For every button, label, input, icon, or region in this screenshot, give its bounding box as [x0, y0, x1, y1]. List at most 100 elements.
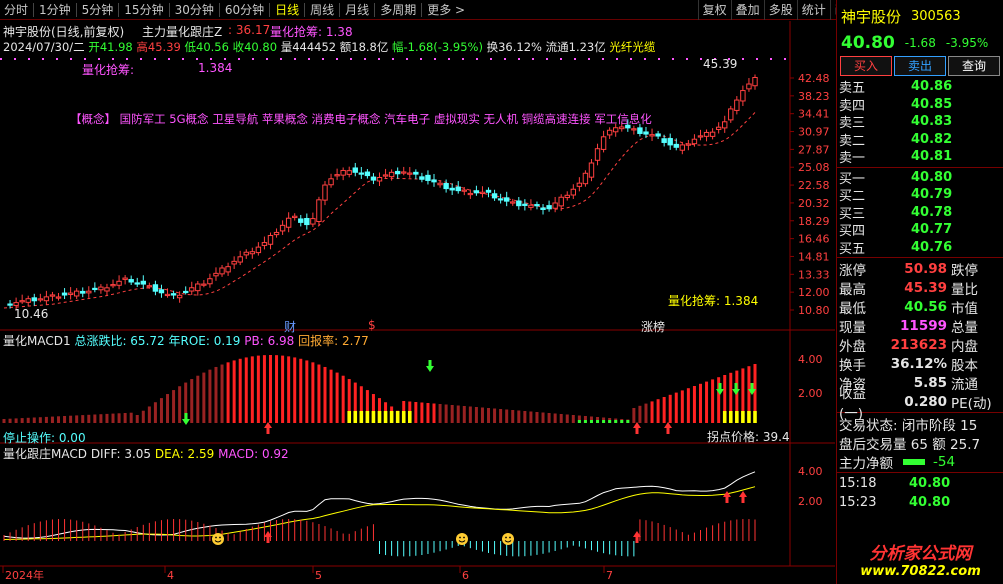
candle-body — [61, 292, 68, 296]
bid-row[interactable]: 买一 40.80 — [837, 169, 1003, 187]
candle-body — [497, 198, 504, 201]
period-tab-0[interactable]: 分时 — [0, 0, 32, 20]
bid-row[interactable]: 买三 40.78 — [837, 204, 1003, 222]
toolbar-action-1[interactable]: 叠加 — [730, 0, 764, 20]
bid-label: 买三 — [839, 206, 866, 222]
period-tab-8[interactable]: 月线 — [341, 0, 373, 20]
macd1-block — [383, 411, 388, 423]
macd1-bar — [129, 412, 133, 423]
time-tick-label: 4 — [167, 569, 174, 582]
candle-body — [728, 108, 734, 121]
buy-button[interactable]: 买入 — [840, 56, 892, 76]
stat-label-secondary: 流通 — [951, 376, 978, 393]
period-tab-9[interactable]: 多周期 — [376, 0, 420, 20]
sell-button[interactable]: 卖出 — [894, 56, 946, 76]
macd1-header: 量化MACD1 总涨跌比: 65.72 年ROE: 0.19 PB: 6.98 … — [3, 332, 369, 349]
toolbar-action-0[interactable]: 复权 — [697, 0, 731, 20]
after-hours-volume: 盘后交易量 65 额 25.7 — [839, 436, 981, 453]
macd2-macd: MACD: 0.92 — [218, 447, 289, 461]
macd1-bar — [565, 414, 569, 423]
candle-body — [425, 174, 431, 181]
candle-body — [522, 203, 528, 206]
candle-body — [122, 277, 128, 280]
candle-body — [715, 126, 722, 130]
down-arrow-icon — [732, 383, 740, 395]
qhqc-value: 1.384 — [198, 61, 233, 75]
period-tab-7[interactable]: 周线 — [306, 0, 338, 20]
candle-body — [407, 172, 413, 175]
candle-body — [461, 189, 467, 192]
candle-body — [316, 199, 322, 223]
period-tab-5[interactable]: 60分钟 — [221, 0, 268, 20]
candle-body — [740, 90, 746, 102]
ohlc-high: 高45.39 — [136, 40, 181, 54]
event-dollar-marker[interactable]: $ — [368, 318, 376, 332]
macd1-bar — [674, 392, 678, 423]
down-arrow-icon — [426, 360, 434, 372]
ask-row[interactable]: 卖二 40.82 — [837, 131, 1003, 149]
ask-row[interactable]: 卖三 40.83 — [837, 113, 1003, 131]
ask-label: 卖五 — [839, 81, 866, 97]
candle-body — [116, 280, 122, 286]
period-tab-6[interactable]: 日线 — [271, 0, 303, 20]
stat-label: 涨停 — [839, 262, 866, 279]
macd1-bar — [268, 355, 272, 423]
macd1-bar — [329, 369, 333, 423]
toolbar-action-3[interactable]: 统计 — [796, 0, 830, 20]
candle-body — [734, 99, 740, 111]
period-tab-2[interactable]: 5分钟 — [78, 0, 118, 20]
smiley-eye — [219, 536, 221, 539]
macd1-bar — [147, 406, 151, 423]
bid-row[interactable]: 买四 40.77 — [837, 221, 1003, 239]
logo-url: www.70822.com — [860, 564, 981, 579]
period-tab-10[interactable]: 更多 > — [423, 0, 469, 20]
macd1-bar — [8, 418, 12, 423]
query-button[interactable]: 查询 — [948, 56, 1000, 76]
macd1-block-green — [626, 420, 630, 423]
price-tick-label: 20.32 — [798, 197, 830, 210]
candle-body — [13, 302, 19, 306]
macd1-block — [722, 411, 727, 423]
smiley-eye — [509, 536, 511, 539]
macd1-bar — [123, 413, 127, 423]
candle-body — [19, 300, 25, 303]
event-zhangting-marker[interactable]: 涨榜 — [641, 318, 665, 335]
macd1-bar — [166, 394, 170, 423]
ask-row[interactable]: 卖一 40.81 — [837, 148, 1003, 166]
tick-time: 15:23 — [839, 495, 877, 510]
macd1-bar — [686, 388, 690, 423]
ask-row[interactable]: 卖五 40.86 — [837, 78, 1003, 96]
macd1-block — [395, 411, 400, 423]
candle-body — [552, 202, 558, 209]
period-tab-3[interactable]: 15分钟 — [120, 0, 167, 20]
macd1-bar — [529, 411, 533, 423]
candle-body — [619, 126, 625, 130]
smiley-eye — [215, 536, 217, 539]
macd1-bar — [262, 355, 266, 423]
macd1-bar — [14, 418, 18, 423]
dea-line — [3, 486, 756, 540]
kline-chart-area[interactable]: 42.48 38.23 34.41 30.97 27.87 25.08 22.58 20.32… — [0, 21, 835, 584]
tick-row: 15:18 40.80 — [837, 474, 1003, 493]
candle-body — [334, 174, 340, 177]
toolbar-action-2[interactable]: 多股 — [763, 0, 797, 20]
bid-label: 买二 — [839, 189, 866, 205]
macd1-bar — [656, 399, 660, 423]
ohlc-turnover: 换36.12% — [486, 40, 542, 54]
candle-body — [285, 217, 292, 228]
candle-body — [376, 177, 383, 182]
candle-body — [673, 143, 679, 148]
bid-row[interactable]: 买五 40.76 — [837, 239, 1003, 257]
macd1-bar — [75, 415, 79, 423]
macd1-block — [753, 411, 757, 423]
period-tab-1[interactable]: 1分钟 — [35, 0, 75, 20]
candle-body — [401, 171, 407, 174]
macd1-bar — [317, 364, 321, 423]
price-tick-label: 25.08 — [798, 161, 830, 174]
macd1-block-green — [577, 420, 581, 423]
period-tab-4[interactable]: 30分钟 — [171, 0, 218, 20]
macd1-bar — [493, 408, 497, 423]
ask-row[interactable]: 卖四 40.85 — [837, 96, 1003, 114]
price-tick-label: 13.33 — [798, 268, 830, 281]
bid-row[interactable]: 买二 40.79 — [837, 186, 1003, 204]
